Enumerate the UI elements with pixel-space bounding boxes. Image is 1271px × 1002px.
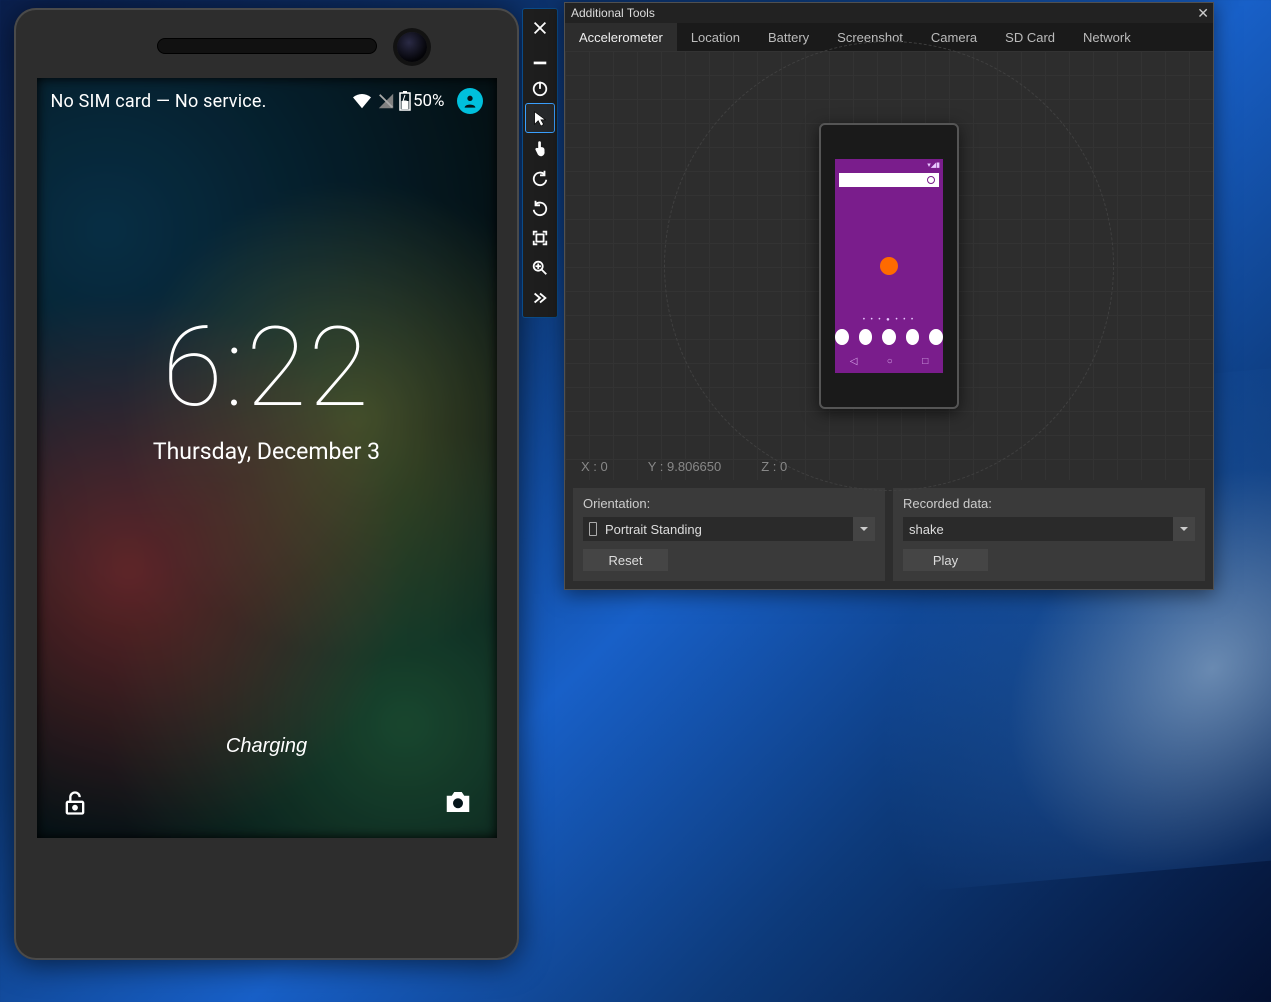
toolbar-single-point-button[interactable]: [526, 104, 554, 132]
emulator-device-frame: No SIM card — No service. 50% 6:22 Thurs…: [14, 8, 519, 960]
accel-y: Y : 9.806650: [648, 459, 722, 474]
wifi-icon: [351, 92, 373, 110]
user-avatar-icon[interactable]: [457, 88, 483, 114]
recorded-data-play-button[interactable]: Play: [903, 549, 988, 571]
mini-hotseat: [835, 329, 943, 345]
android-status-bar[interactable]: No SIM card — No service. 50%: [37, 88, 497, 114]
battery-percent: 50%: [413, 91, 445, 111]
panel-titlebar[interactable]: Additional Tools ✕: [565, 3, 1213, 23]
orientation-reset-button[interactable]: Reset: [583, 549, 668, 571]
toolbar-minimize-button[interactable]: [526, 44, 554, 72]
recorded-data-dropdown[interactable]: shake: [903, 517, 1195, 541]
tab-location[interactable]: Location: [677, 23, 754, 51]
panel-bottom-row: Orientation: Portrait Standing Reset Rec…: [565, 480, 1213, 589]
toolbar-zoom-button[interactable]: [526, 254, 554, 282]
camera-shortcut-icon[interactable]: [443, 789, 473, 822]
device-screen[interactable]: No SIM card — No service. 50% 6:22 Thurs…: [37, 78, 497, 838]
charging-label: Charging: [37, 735, 497, 758]
accelerometer-area[interactable]: ▾◢▮ • • • ● • • • ◁○□ X : 0 Y : 9.806650…: [565, 51, 1213, 480]
panel-close-button[interactable]: ✕: [1197, 5, 1209, 22]
mini-search-bar: [839, 173, 939, 187]
accel-z: Z : 0: [761, 459, 787, 474]
panel-title-label: Additional Tools: [571, 6, 655, 20]
chevron-down-icon[interactable]: [1173, 517, 1195, 541]
orientation-subpanel: Orientation: Portrait Standing Reset: [573, 488, 885, 581]
mini-nav-bar: ◁○□: [835, 356, 943, 367]
toolbar-power-button[interactable]: [526, 74, 554, 102]
orientation-label: Orientation:: [583, 496, 875, 511]
mini-status-bar: ▾◢▮: [835, 159, 943, 171]
orientation-value: Portrait Standing: [605, 522, 702, 537]
additional-tools-panel: Additional Tools ✕ Accelerometer Locatio…: [564, 2, 1214, 590]
chevron-down-icon[interactable]: [853, 517, 875, 541]
accel-x: X : 0: [581, 459, 608, 474]
battery-icon: [399, 91, 411, 111]
recorded-data-label: Recorded data:: [903, 496, 1195, 511]
toolbar-rotate-right-button[interactable]: [526, 194, 554, 222]
device-front-camera: [397, 32, 427, 62]
tab-accelerometer[interactable]: Accelerometer: [565, 23, 677, 51]
accelerometer-ball-icon: [880, 257, 898, 275]
unlock-icon[interactable]: [61, 789, 89, 822]
accelerometer-readout: X : 0 Y : 9.806650 Z : 0: [581, 459, 787, 474]
mini-page-indicator: • • • ● • • •: [835, 317, 943, 323]
recorded-data-value: shake: [909, 522, 944, 537]
recorded-data-subpanel: Recorded data: shake Play: [893, 488, 1205, 581]
lockscreen-clock: 6:22 Thursday, December 3: [37, 303, 497, 465]
accelerometer-phone[interactable]: ▾◢▮ • • • ● • • • ◁○□: [819, 123, 959, 409]
tab-network[interactable]: Network: [1069, 23, 1145, 51]
orientation-phone-icon: [589, 522, 597, 536]
status-text: No SIM card — No service.: [51, 91, 267, 112]
accelerometer-phone-screen: ▾◢▮ • • • ● • • • ◁○□: [835, 159, 943, 373]
clock-date: Thursday, December 3: [37, 438, 497, 465]
toolbar-fit-screen-button[interactable]: [526, 224, 554, 252]
toolbar-rotate-left-button[interactable]: [526, 164, 554, 192]
cellular-signal-icon: [377, 92, 395, 110]
toolbar-close-button[interactable]: [526, 14, 554, 42]
toolbar-more-tools-button[interactable]: [526, 284, 554, 312]
device-speaker-grille: [157, 38, 377, 54]
tab-sd-card[interactable]: SD Card: [991, 23, 1069, 51]
orientation-dropdown[interactable]: Portrait Standing: [583, 517, 875, 541]
emulator-toolbar: [522, 8, 558, 318]
clock-time: 6:22: [37, 303, 497, 432]
tab-battery[interactable]: Battery: [754, 23, 823, 51]
toolbar-multi-touch-button[interactable]: [526, 134, 554, 162]
